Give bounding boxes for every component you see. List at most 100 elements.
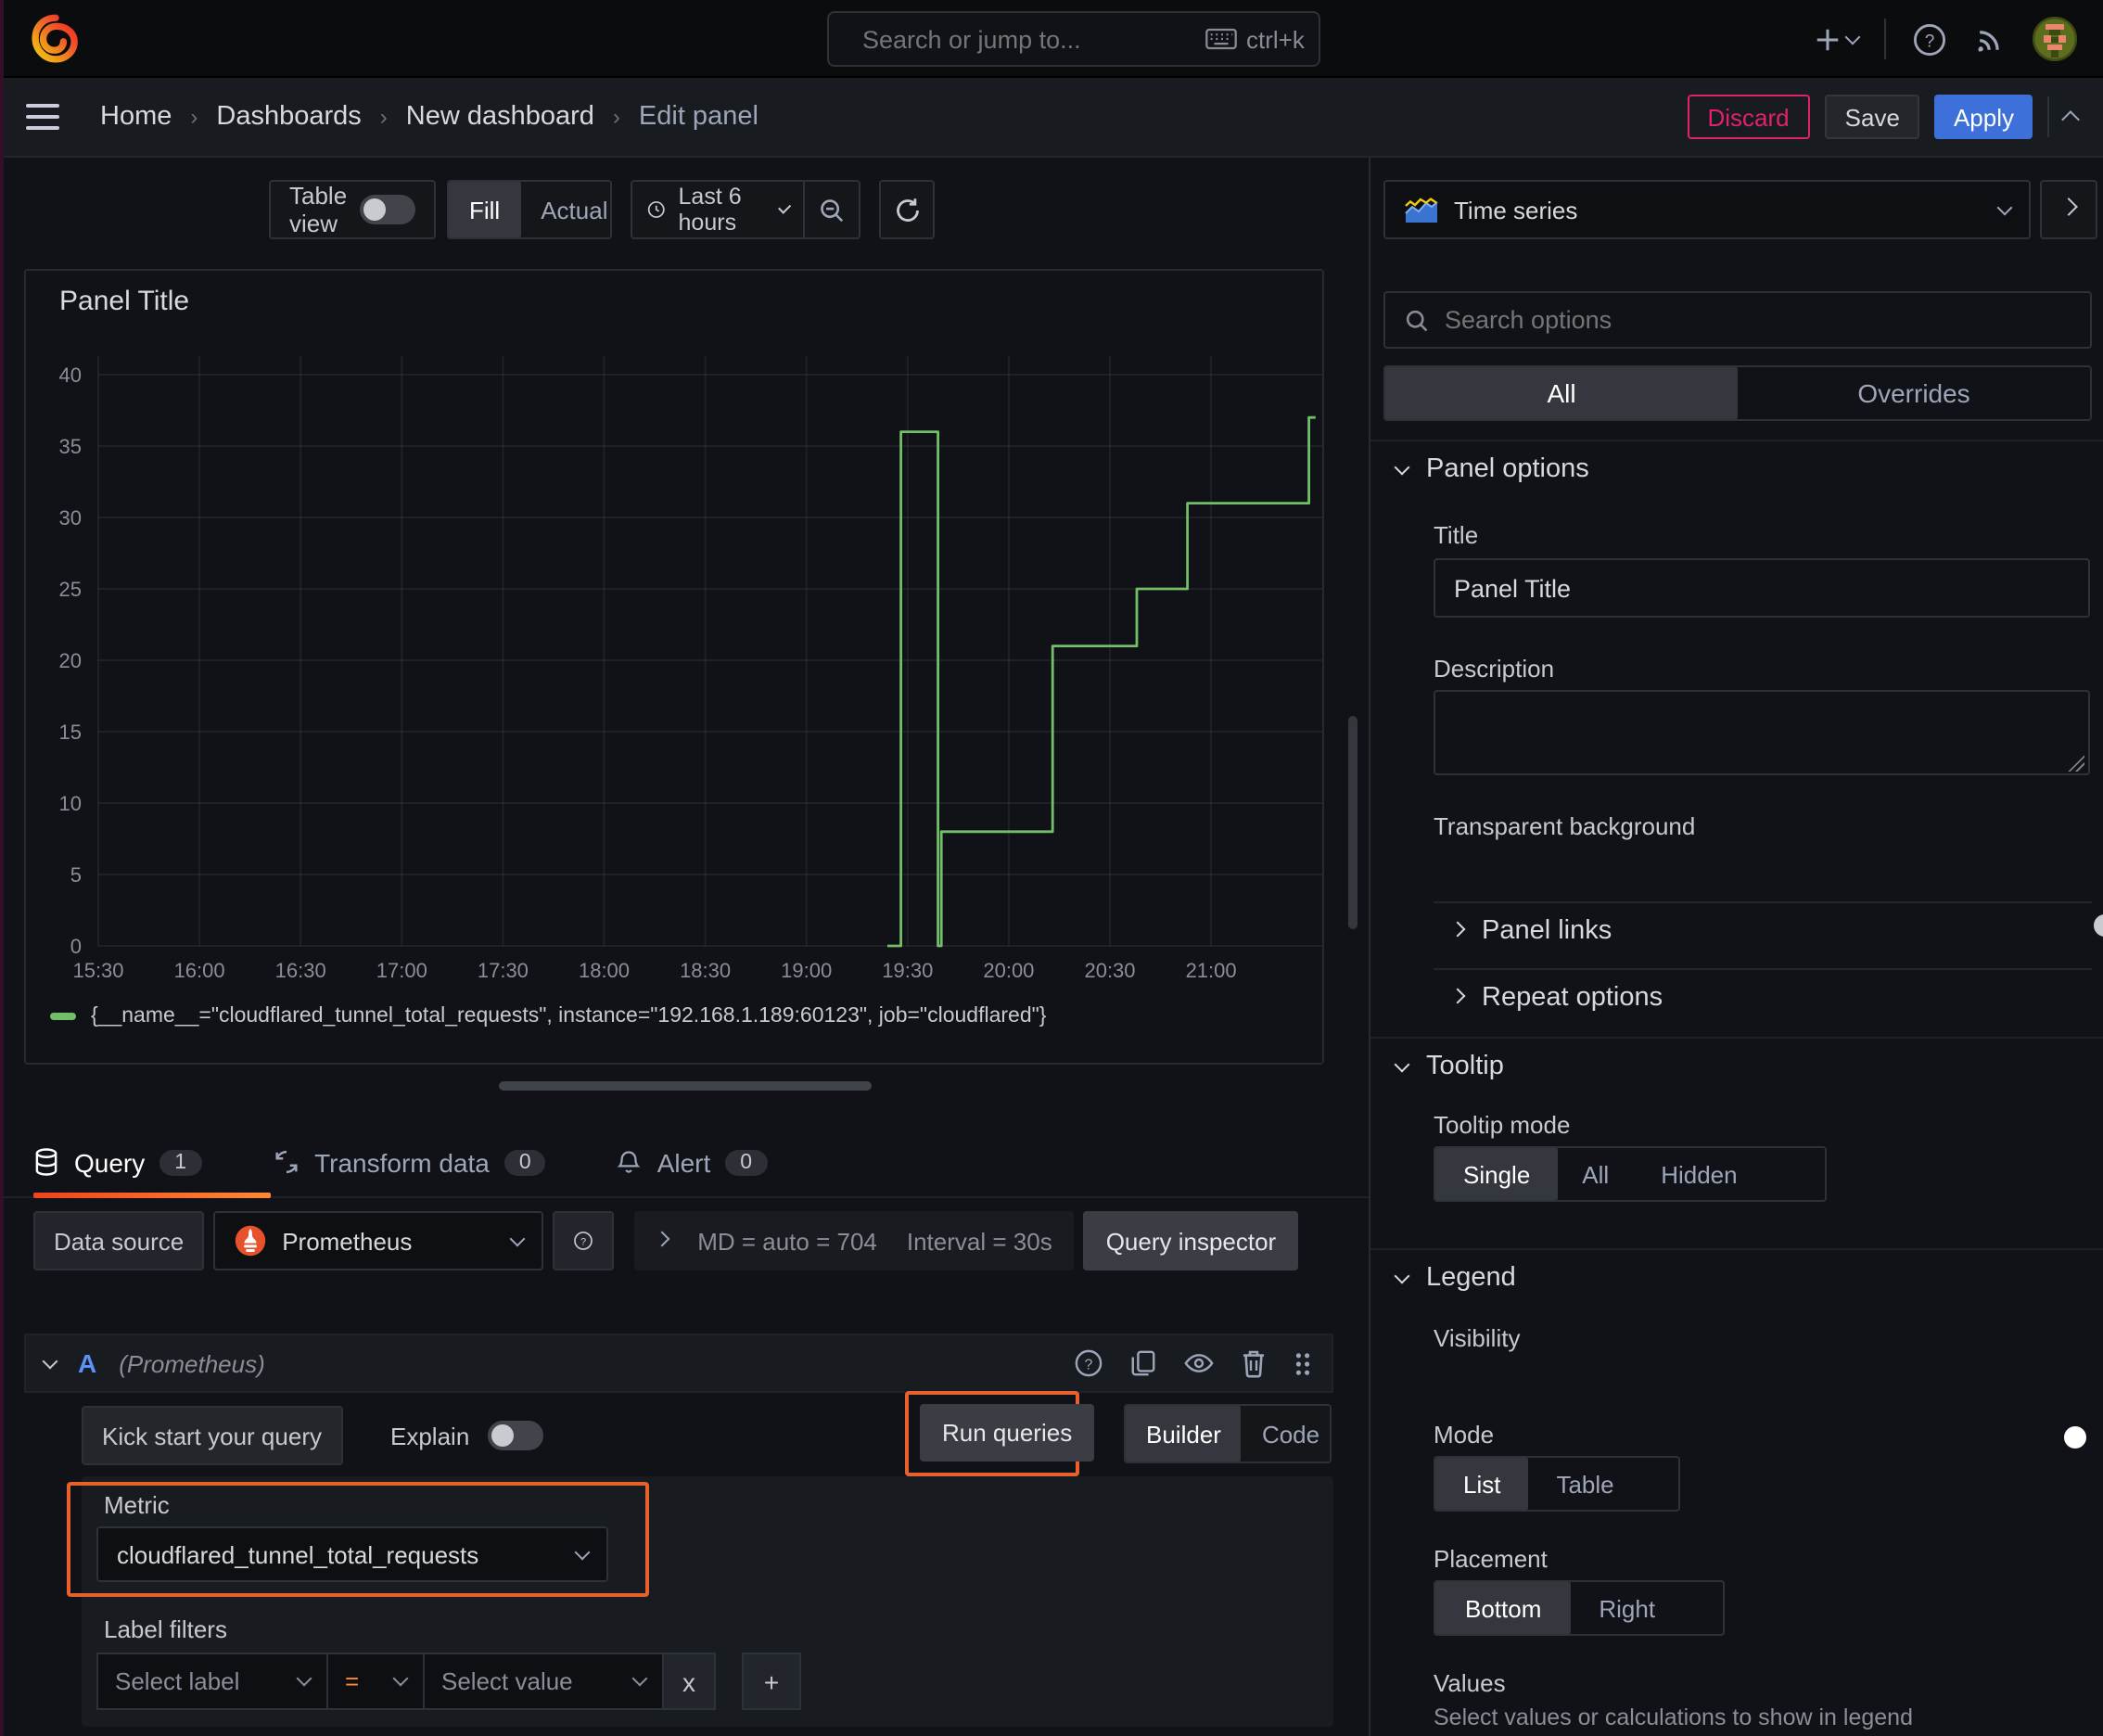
chevron-right-icon[interactable]	[654, 1230, 670, 1246]
section-tooltip[interactable]: Tooltip	[1394, 1052, 1504, 1081]
placement-bottom[interactable]: Bottom	[1435, 1582, 1572, 1634]
breadcrumb-home[interactable]: Home	[100, 102, 172, 132]
table-view-switch[interactable]	[360, 195, 415, 224]
tab-transform[interactable]: Transform data 0	[272, 1128, 546, 1196]
kickstart-button[interactable]: Kick start your query	[82, 1406, 342, 1465]
svg-text:15:30: 15:30	[72, 959, 123, 982]
explain-switch[interactable]	[488, 1421, 544, 1450]
builder-option[interactable]: Builder	[1126, 1406, 1242, 1462]
section-legend[interactable]: Legend	[1394, 1263, 1516, 1293]
svg-text:20:00: 20:00	[983, 959, 1034, 982]
breadcrumb-bar: Home › Dashboards › New dashboard › Edit…	[0, 78, 2103, 158]
placement-right[interactable]: Right	[1571, 1582, 1683, 1634]
query-row-header[interactable]: A (Prometheus) ?	[24, 1334, 1333, 1393]
tooltip-single[interactable]: Single	[1435, 1148, 1559, 1200]
datasource-label: Data source	[33, 1211, 205, 1270]
actual-option[interactable]: Actual	[520, 182, 628, 237]
chart-legend[interactable]: {__name__="cloudflared_tunnel_total_requ…	[50, 1005, 1046, 1028]
chevron-down-icon	[1394, 458, 1410, 475]
select-label-dropdown[interactable]: Select label	[96, 1653, 328, 1710]
options-search-input[interactable]	[1445, 306, 2071, 334]
apply-button[interactable]: Apply	[1934, 95, 2033, 139]
time-range-picker[interactable]: Last 6 hours	[632, 182, 804, 237]
main-scrollbar[interactable]	[1348, 716, 1357, 929]
datasource-help-button[interactable]: ?	[553, 1211, 615, 1270]
query-toolbar: Kick start your query Explain	[82, 1406, 544, 1465]
resize-grip-icon[interactable]	[2068, 755, 2084, 772]
metric-select[interactable]: cloudflared_tunnel_total_requests	[96, 1526, 608, 1582]
help-icon: ?	[574, 1232, 593, 1250]
select-value-dropdown[interactable]: Select value	[425, 1653, 664, 1710]
svg-text:40: 40	[59, 364, 82, 387]
news-button[interactable]	[1973, 22, 2007, 56]
add-filter-button[interactable]: +	[742, 1653, 801, 1710]
chevron-down-icon	[296, 1670, 312, 1687]
section-panel-options[interactable]: Panel options	[1394, 454, 1589, 484]
query-ref-id: A	[78, 1348, 97, 1378]
time-range-group: Last 6 hours	[631, 180, 860, 239]
datasource-picker[interactable]: Prometheus	[213, 1211, 544, 1270]
hide-response-icon[interactable]	[1183, 1348, 1215, 1378]
tooltip-hidden[interactable]: Hidden	[1633, 1148, 1765, 1200]
query-inspector-button[interactable]: Query inspector	[1083, 1211, 1299, 1270]
svg-text:20:30: 20:30	[1084, 959, 1135, 982]
tab-overrides[interactable]: Overrides	[1738, 367, 2090, 419]
legend-mode-table[interactable]: Table	[1528, 1458, 1641, 1510]
pane-resize-handle[interactable]	[499, 1081, 872, 1091]
new-button[interactable]	[1814, 25, 1861, 53]
tab-alert[interactable]: Alert 0	[617, 1128, 768, 1196]
svg-text:16:30: 16:30	[275, 959, 326, 982]
run-queries-button[interactable]: Run queries	[920, 1404, 1095, 1462]
zoom-out-button[interactable]	[805, 182, 859, 237]
drag-handle-icon[interactable]	[1293, 1349, 1313, 1377]
remove-filter-button[interactable]: x	[664, 1653, 716, 1710]
code-option[interactable]: Code	[1242, 1406, 1340, 1462]
chevron-down-icon	[1996, 198, 2013, 215]
section-panel-links[interactable]: Panel links	[1449, 916, 1612, 946]
section-repeat-options[interactable]: Repeat options	[1449, 983, 1663, 1013]
collapse-header-button[interactable]	[2061, 108, 2080, 129]
help-icon[interactable]: ?	[1074, 1348, 1103, 1378]
description-textarea[interactable]	[1434, 690, 2090, 775]
nav-icons: ?	[1814, 0, 2103, 78]
alert-count-badge: 0	[725, 1149, 768, 1175]
help-button[interactable]: ?	[1912, 21, 1947, 57]
prometheus-icon	[235, 1225, 266, 1257]
trash-icon[interactable]	[1241, 1348, 1267, 1378]
refresh-button[interactable]	[879, 180, 935, 239]
fill-option[interactable]: Fill	[449, 182, 521, 237]
stats-interval: Interval = 30s	[906, 1227, 1052, 1255]
timeseries-viz-icon	[1405, 197, 1438, 222]
panel-title-input[interactable]	[1434, 558, 2090, 618]
legend-placement-group: Bottom Right	[1434, 1580, 1725, 1636]
panel-preview[interactable]: Panel Title 15:30 16:00 16:30 17:00 17:30 18:…	[24, 269, 1324, 1065]
tab-query[interactable]: Query 1	[33, 1128, 202, 1196]
tab-all-options[interactable]: All	[1385, 367, 1738, 419]
visualization-picker[interactable]: Time series	[1383, 180, 2031, 239]
grafana-logo-icon[interactable]	[30, 13, 82, 65]
duplicate-icon[interactable]	[1129, 1348, 1157, 1378]
menu-toggle-icon[interactable]	[26, 96, 59, 137]
global-search-input[interactable]	[862, 25, 1191, 53]
avatar[interactable]	[2033, 17, 2077, 61]
options-pane: Time series All Overrides Panel options …	[1369, 158, 2103, 1736]
breadcrumb-dashboards[interactable]: Dashboards	[216, 102, 361, 132]
discard-button[interactable]: Discard	[1687, 95, 1810, 139]
global-search[interactable]: ctrl+k	[827, 11, 1320, 67]
operator-dropdown[interactable]: =	[328, 1653, 425, 1710]
fill-actual-group: Fill Actual	[447, 180, 612, 239]
legend-mode-list[interactable]: List	[1435, 1458, 1529, 1510]
breadcrumb-separator: ›	[612, 104, 620, 130]
svg-text:20: 20	[59, 649, 82, 672]
options-search[interactable]	[1383, 291, 2092, 349]
collapse-options-button[interactable]	[2040, 180, 2097, 239]
breadcrumb-new-dashboard[interactable]: New dashboard	[406, 102, 594, 132]
save-button[interactable]: Save	[1824, 95, 1920, 139]
transparent-bg-label: Transparent background	[1434, 812, 1696, 840]
collapse-query-icon[interactable]	[42, 1352, 58, 1369]
svg-text:?: ?	[580, 1236, 586, 1247]
clock-icon	[647, 201, 665, 218]
tooltip-all[interactable]: All	[1558, 1148, 1633, 1200]
table-view-label: Table view	[289, 182, 348, 237]
legend-mode-group: List Table	[1434, 1456, 1680, 1512]
